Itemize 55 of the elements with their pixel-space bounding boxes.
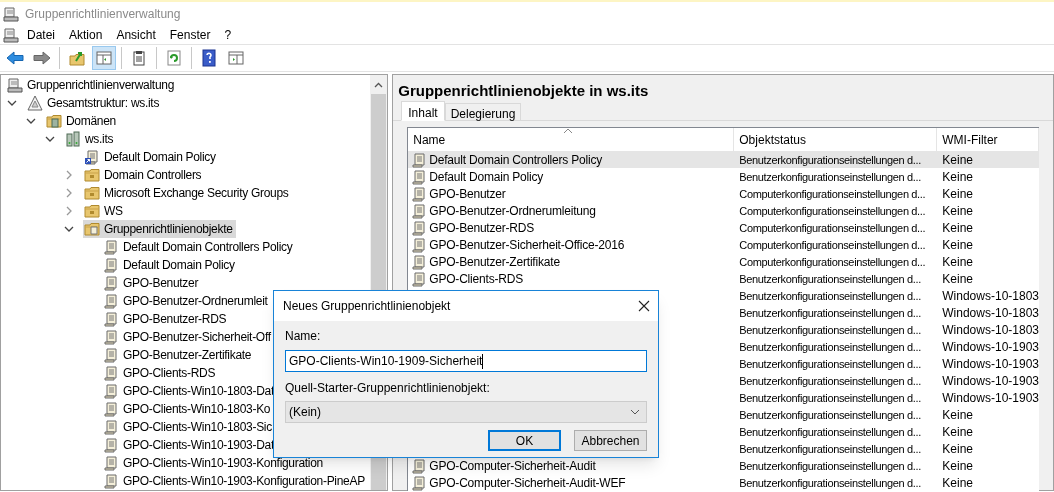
table-cell-text: Default Domain Controllers Policy xyxy=(429,152,603,169)
table-cell-text: GPO-Clients-RDS xyxy=(429,271,523,288)
field-label: Name: xyxy=(285,328,322,343)
table-cell-text: GPO-Benutzer xyxy=(429,186,506,203)
table-cell: Computerkonfigurationseinstellungen d... xyxy=(739,188,926,200)
dialog-title: Neues Gruppenrichtlinienobjekt xyxy=(283,298,451,315)
table-cell: Computerkonfigurationseinstellungen d... xyxy=(739,222,926,234)
table-cell: Benutzerkonfigurationseinstellungen d... xyxy=(739,477,921,489)
table-cell: Benutzerkonfigurationseinstellungen d... xyxy=(739,154,921,166)
table-cell: Benutzerkonfigurationseinstellungen d... xyxy=(739,426,921,438)
table-cell-text: GPO-Benutzer-RDS xyxy=(429,220,535,237)
table-cell: Computerkonfigurationseinstellungen d... xyxy=(739,239,926,251)
table-cell: Benutzerkonfigurationseinstellungen d... xyxy=(739,409,921,421)
table-cell: Keine xyxy=(942,476,973,490)
table-cell: Benutzerkonfigurationseinstellungen d... xyxy=(739,375,921,387)
table-cell: Computerkonfigurationseinstellungen d... xyxy=(739,256,926,268)
table-cell: Keine xyxy=(942,408,973,422)
table-cell: Keine xyxy=(942,425,973,439)
table-cell: Benutzerkonfigurationseinstellungen d... xyxy=(739,460,921,472)
table-cell: Keine xyxy=(942,272,973,286)
table-cell: Keine xyxy=(942,170,973,184)
field-label: Quell-Starter-Gruppenrichtlinienobjekt: xyxy=(285,380,491,395)
table-cell: Keine xyxy=(942,238,973,252)
table-cell: Keine xyxy=(942,255,973,269)
table-cell: Keine xyxy=(942,221,973,235)
table-cell-text: GPO-Benutzer-Sicherheit-Office-2016 xyxy=(429,237,625,254)
table-cell: Keine xyxy=(942,442,973,456)
table-cell: Benutzerkonfigurationseinstellungen d... xyxy=(739,443,921,455)
table-cell: Windows-10-1903 xyxy=(942,391,1039,405)
table-cell: Benutzerkonfigurationseinstellungen d... xyxy=(739,307,921,319)
table-cell: Windows-10-1803 xyxy=(942,323,1039,337)
table-cell: Windows-10-1803 xyxy=(942,289,1039,303)
table-cell: Keine xyxy=(942,153,973,167)
table-cell: Computerkonfigurationseinstellungen d... xyxy=(739,205,926,217)
table-cell-text: GPO-Computer-Sicherheit-Audit xyxy=(429,458,596,475)
table-cell: Benutzerkonfigurationseinstellungen d... xyxy=(739,324,921,336)
table-cell-text: GPO-Computer-Sicherheit-Audit-WEF xyxy=(429,475,626,492)
table-cell: Keine xyxy=(942,204,973,218)
table-cell: Benutzerkonfigurationseinstellungen d... xyxy=(739,273,921,285)
window-title: Gruppenrichtlinienverwaltung xyxy=(25,5,181,23)
table-cell: Benutzerkonfigurationseinstellungen d... xyxy=(739,290,921,302)
pane-title: Gruppenrichtlinienobjekte in ws.its xyxy=(397,81,650,101)
table-cell-text: Default Domain Policy xyxy=(429,169,544,186)
table-cell: Keine xyxy=(942,459,973,473)
table-cell: Benutzerkonfigurationseinstellungen d... xyxy=(739,358,921,370)
table-cell: Windows-10-1803 xyxy=(942,306,1039,320)
table-cell: Windows-10-1903 xyxy=(942,357,1039,371)
table-cell-text: GPO-Benutzer-Ordnerumleitung xyxy=(429,203,596,220)
table-cell: Benutzerkonfigurationseinstellungen d... xyxy=(739,171,921,183)
table-cell: Benutzerkonfigurationseinstellungen d... xyxy=(739,392,921,404)
table-cell-text: GPO-Benutzer-Zertifikate xyxy=(429,254,560,271)
table-cell: Windows-10-1903 xyxy=(942,374,1039,388)
table-cell: Keine xyxy=(942,187,973,201)
table-cell: Windows-10-1903 xyxy=(942,340,1039,354)
table-cell: Benutzerkonfigurationseinstellungen d... xyxy=(739,341,921,353)
